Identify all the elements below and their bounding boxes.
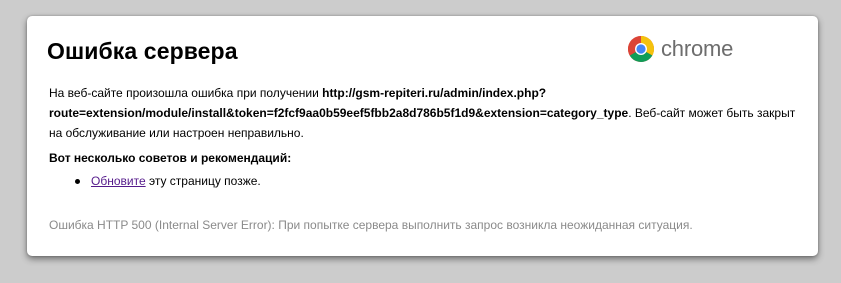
error-message: На веб-сайте произошла ошибка при получе… xyxy=(49,83,799,143)
reload-link[interactable]: Обновите xyxy=(91,171,146,191)
error-card: Ошибка сервера chrome На веб-сайте произ… xyxy=(27,16,818,256)
chrome-brand: chrome xyxy=(627,34,733,64)
chrome-wordmark: chrome xyxy=(661,36,734,61)
chrome-logo-icon xyxy=(627,36,655,63)
http-error-details: Ошибка HTTP 500 (Internal Server Error):… xyxy=(49,218,693,232)
page-title: Ошибка сервера xyxy=(47,38,238,64)
bullet-icon xyxy=(75,178,80,184)
tips-heading: Вот несколько советов и рекомендаций: xyxy=(49,151,292,165)
request-url-line2: route=extension/module/install&token=f2f… xyxy=(49,106,629,120)
request-url-line1: http://gsm-repiteri.ru/admin/index.php? xyxy=(322,86,547,100)
list-item: Обновите эту страницу позже. xyxy=(49,171,261,191)
tips-list: Обновите эту страницу позже. xyxy=(49,171,261,191)
message-prefix: На веб-сайте произошла ошибка при получе… xyxy=(49,86,323,100)
tip-text: эту страницу позже. xyxy=(145,174,261,188)
